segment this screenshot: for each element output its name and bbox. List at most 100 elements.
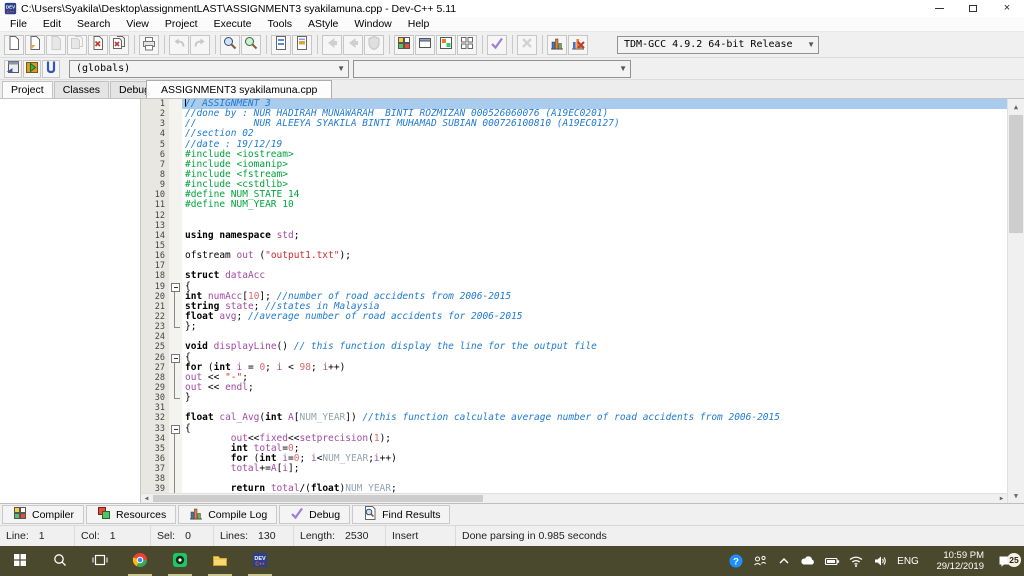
menu-view[interactable]: View — [118, 18, 157, 30]
menu-file[interactable]: File — [2, 18, 35, 30]
globals-select[interactable]: (globals) ▼ — [69, 60, 349, 78]
tray-chevron-up-icon[interactable] — [772, 553, 796, 569]
code-text: ofstream out ("output1.txt"); — [182, 251, 1007, 261]
tab-debug[interactable]: Debug — [279, 505, 350, 524]
stop-execution-button[interactable] — [364, 35, 384, 55]
line-number: 21 — [141, 302, 169, 312]
code-line: 37 total+=A[i]; — [141, 464, 1007, 474]
tab-project[interactable]: Project — [2, 81, 53, 98]
code-editor[interactable]: 1// ASSIGNMENT 32//done by : NUR HADIRAH… — [141, 99, 1024, 503]
taskbar-explorer-button[interactable] — [200, 546, 240, 576]
new-file-button[interactable] — [4, 35, 24, 55]
taskbar-search-button[interactable] — [40, 546, 80, 576]
maximize-button[interactable] — [956, 0, 990, 17]
code-text: }; — [182, 322, 1007, 332]
menu-execute[interactable]: Execute — [206, 18, 260, 30]
taskbar-devcpp-button[interactable]: DEVC++ — [240, 546, 280, 576]
tab-compiler[interactable]: Compiler — [2, 505, 84, 524]
fold-marker[interactable] — [169, 282, 182, 292]
scroll-left-arrow[interactable]: ◀ — [141, 494, 152, 503]
compiler-select[interactable]: TDM-GCC 4.9.2 64-bit Release ▼ — [617, 36, 819, 54]
menu-tools[interactable]: Tools — [260, 18, 301, 30]
minimize-button[interactable] — [922, 0, 956, 17]
scroll-down-arrow[interactable]: ▼ — [1008, 488, 1024, 503]
tab-resources[interactable]: Resources — [86, 505, 176, 524]
debug-button[interactable] — [487, 35, 507, 55]
save-all-button[interactable] — [67, 35, 87, 55]
rebuild-all-button[interactable] — [457, 35, 477, 55]
tab-find-results[interactable]: Find Results — [352, 505, 450, 524]
goto-line-button[interactable] — [271, 35, 291, 55]
action-center-button[interactable]: 25 — [986, 553, 1024, 569]
compile-run-button[interactable] — [436, 35, 456, 55]
project-panel[interactable] — [0, 99, 141, 503]
tray-wifi-icon[interactable] — [844, 553, 868, 569]
file-tab-active[interactable]: ASSIGNMENT3 syakilamuna.cpp — [146, 80, 332, 98]
tab-find-results-label: Find Results — [382, 509, 440, 521]
devcpp-app-icon: DEVC++ — [4, 2, 17, 15]
status-insert: Insert — [386, 526, 456, 546]
menu-edit[interactable]: Edit — [35, 18, 69, 30]
abort-compilation-button[interactable] — [517, 35, 537, 55]
taskbar-recorder-button[interactable] — [160, 546, 200, 576]
fold-margin — [169, 221, 182, 231]
tray-onedrive-icon[interactable] — [796, 553, 820, 569]
vertical-scroll-thumb[interactable] — [1009, 115, 1023, 233]
status-bar: Line:1Col:1Sel:0Lines:130Length:2530Inse… — [0, 525, 1024, 546]
code-line: 23}; — [141, 322, 1007, 332]
fold-margin — [169, 211, 182, 221]
vertical-scrollbar[interactable]: ▲ ▼ — [1007, 99, 1024, 503]
horizontal-scrollbar[interactable]: ◀ ▶ — [141, 493, 1007, 503]
compile-button[interactable] — [394, 35, 414, 55]
nav-back-button[interactable] — [322, 35, 342, 55]
close-file-button[interactable] — [88, 35, 108, 55]
line-number: 16 — [141, 251, 169, 261]
save-button[interactable] — [46, 35, 66, 55]
menu-search[interactable]: Search — [69, 18, 118, 30]
taskbar-clock[interactable]: 10:59 PM 29/12/2019 — [924, 550, 986, 572]
fold-marker[interactable] — [169, 424, 182, 434]
tray-people-icon[interactable] — [748, 553, 772, 569]
scroll-up-arrow[interactable]: ▲ — [1008, 99, 1024, 114]
open-file-button[interactable] — [25, 35, 45, 55]
find-button[interactable] — [220, 35, 240, 55]
taskbar-taskview-button[interactable] — [80, 546, 120, 576]
code-area[interactable]: 1// ASSIGNMENT 32//done by : NUR HADIRAH… — [141, 99, 1007, 493]
close-all-icon — [111, 35, 127, 54]
nav-forward-button[interactable] — [343, 35, 363, 55]
menu-window[interactable]: Window — [346, 18, 399, 30]
status-lines: Lines:130 — [214, 526, 294, 546]
fold-margin — [169, 241, 182, 251]
menu-help[interactable]: Help — [400, 18, 438, 30]
menu-astyle[interactable]: AStyle — [300, 18, 346, 30]
insert-button[interactable] — [4, 60, 22, 78]
scroll-right-arrow[interactable]: ▶ — [996, 494, 1007, 503]
run-button[interactable] — [415, 35, 435, 55]
redo-button[interactable] — [190, 35, 210, 55]
profile-analysis-button[interactable] — [547, 35, 567, 55]
taskbar-chrome-button[interactable] — [120, 546, 160, 576]
fold-marker[interactable] — [169, 353, 182, 363]
print-button[interactable] — [139, 35, 159, 55]
undo-button[interactable] — [169, 35, 189, 55]
tray-battery-icon[interactable] — [820, 553, 844, 569]
close-button[interactable]: × — [990, 0, 1024, 17]
code-text: #include <fstream> — [182, 170, 1007, 180]
toggle-bookmarks-button[interactable] — [23, 60, 41, 78]
close-all-button[interactable] — [109, 35, 129, 55]
tray-volume-icon[interactable] — [868, 553, 892, 569]
tray-help-icon[interactable]: ? — [724, 553, 748, 569]
delete-profiling-button[interactable] — [568, 35, 588, 55]
goto-bookmarks-button[interactable] — [42, 60, 60, 78]
menu-project[interactable]: Project — [157, 18, 206, 30]
line-number: 36 — [141, 454, 169, 464]
swap-header-source-button[interactable] — [292, 35, 312, 55]
code-text: //date : 19/12/19 — [182, 140, 1007, 150]
members-select[interactable]: ▼ — [353, 60, 631, 78]
language-indicator[interactable]: ENG — [892, 556, 924, 567]
tab-classes[interactable]: Classes — [54, 81, 109, 98]
tab-compile-log[interactable]: Compile Log — [178, 505, 277, 524]
replace-button[interactable] — [241, 35, 261, 55]
horizontal-scroll-thumb[interactable] — [153, 495, 483, 502]
taskbar-start-button[interactable] — [0, 546, 40, 576]
